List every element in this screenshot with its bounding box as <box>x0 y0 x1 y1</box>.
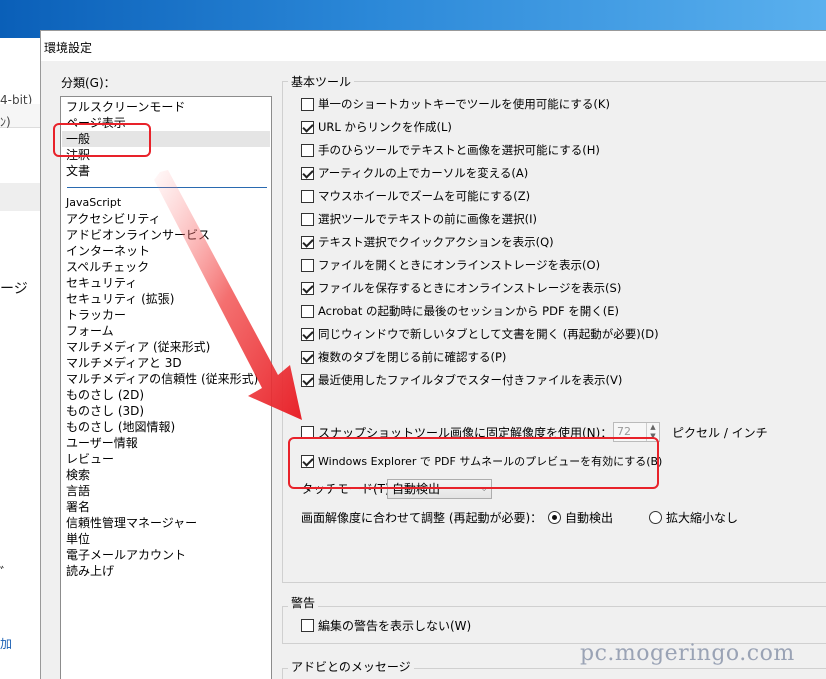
basic-tool-option[interactable]: 複数のタブを閉じる前に確認する(P) <box>301 348 506 366</box>
radio-auto-label: 自動検出 <box>565 510 614 525</box>
category-item[interactable]: 単位 <box>66 531 90 547</box>
dialog-title: 環境設定 <box>44 41 93 55</box>
basic-tool-option[interactable]: ファイルを開くときにオンラインストレージを表示(O) <box>301 256 600 274</box>
category-item[interactable]: JavaScript <box>66 195 121 211</box>
radio-auto-button[interactable] <box>548 510 561 524</box>
category-item[interactable]: 信頼性管理マネージャー <box>66 515 197 531</box>
basic-tool-option[interactable]: アーティクルの上でカーソルを変える(A) <box>301 164 528 182</box>
option-label: 単一のショートカットキーでツールを使用可能にする(K) <box>318 97 610 111</box>
no-edit-warning-option[interactable]: 編集の警告を表示しない(W) <box>301 616 471 634</box>
resolution-label: 画面解像度に合わせて調整 (再起動が必要)： <box>301 510 543 525</box>
basic-tool-option[interactable]: マウスホイールでズームを可能にする(Z) <box>301 187 530 205</box>
radio-auto-detect[interactable]: 自動検出 <box>548 508 613 526</box>
checkbox[interactable] <box>301 143 314 157</box>
category-item[interactable]: セキュリティ <box>66 275 137 291</box>
background-text-fragment: ージ <box>0 281 28 297</box>
basic-tool-option[interactable]: テキスト選択でクイックアクションを表示(Q) <box>301 233 554 251</box>
option-label: ファイルを開くときにオンラインストレージを表示(O) <box>318 258 601 272</box>
option-label: 手のひらツールでテキストと画像を選択可能にする(H) <box>318 143 600 157</box>
option-label: Acrobat の起動時に最後のセッションから PDF を開く(E) <box>318 304 619 318</box>
basic-tool-option[interactable]: ファイルを保存するときにオンラインストレージを表示(S) <box>301 279 621 297</box>
category-item[interactable]: 署名 <box>66 499 90 515</box>
highlight-box-category <box>53 123 151 157</box>
background-menu-fragment: ﾝ) <box>0 115 11 129</box>
dialog-titlebar: 環境設定 <box>41 31 826 61</box>
option-label: マウスホイールでズームを可能にする(Z) <box>318 189 531 203</box>
option-label: 最近使用したファイルタブでスター付きファイルを表示(V) <box>318 373 623 387</box>
option-label: 選択ツールでテキストの前に画像を選択(I) <box>318 212 538 226</box>
option-label: 複数のタブを閉じる前に確認する(P) <box>318 350 507 364</box>
category-item[interactable]: 読み上げ <box>66 563 114 579</box>
option-label: テキスト選択でクイックアクションを表示(Q) <box>318 235 554 249</box>
background-link-fragment: 加 <box>0 637 13 651</box>
radio-none-button[interactable] <box>649 510 662 524</box>
radio-none-label: 拡大縮小なし <box>666 510 739 525</box>
category-item[interactable]: 検索 <box>66 467 90 483</box>
basic-tool-option[interactable]: 選択ツールでテキストの前に画像を選択(I) <box>301 210 537 228</box>
category-item[interactable]: ユーザー情報 <box>66 435 138 451</box>
no-edit-warning-checkbox[interactable] <box>301 618 314 632</box>
background-text-fragment: ﾞ <box>0 566 7 582</box>
option-label: ファイルを保存するときにオンラインストレージを表示(S) <box>318 281 622 295</box>
category-item[interactable]: 文書 <box>66 163 90 179</box>
snapshot-unit: ピクセル / インチ <box>672 425 768 440</box>
category-item[interactable]: 電子メールアカウント <box>66 547 186 563</box>
checkbox[interactable] <box>301 97 314 111</box>
watermark-text: pc.mogeringo.com <box>580 641 795 666</box>
adobe-messages-title: アドビとのメッセージ <box>288 658 414 675</box>
annotation-arrow-icon <box>154 170 302 420</box>
option-label: 同じウィンドウで新しいタブとして文書を開く (再起動が必要)(D) <box>318 327 659 341</box>
no-edit-warning-label: 編集の警告を表示しない(W) <box>318 618 472 633</box>
category-item[interactable]: インターネット <box>66 243 150 259</box>
category-item[interactable]: ものさし (2D) <box>66 387 144 403</box>
option-label: アーティクルの上でカーソルを変える(A) <box>318 166 529 180</box>
basic-tools-title: 基本ツール <box>288 73 355 90</box>
highlight-box-option <box>288 437 659 489</box>
checkbox[interactable] <box>301 120 314 134</box>
background-app-window: 4-bit) ﾝ) ージ ﾞ 加 <box>0 38 42 679</box>
background-panel-strip <box>0 183 42 211</box>
basic-tool-option[interactable]: Acrobat の起動時に最後のセッションから PDF を開く(E) <box>301 302 619 320</box>
basic-tool-option[interactable]: 単一のショートカットキーでツールを使用可能にする(K) <box>301 95 610 113</box>
basic-tool-option[interactable]: URL からリンクを作成(L) <box>301 118 452 136</box>
basic-tool-option[interactable]: 手のひらツールでテキストと画像を選択可能にする(H) <box>301 141 600 159</box>
category-item[interactable]: 言語 <box>66 483 90 499</box>
category-item[interactable]: アクセシビリティ <box>66 211 161 227</box>
category-label: 分類(G)： <box>61 76 116 90</box>
category-item[interactable]: スペルチェック <box>66 259 149 275</box>
category-item[interactable]: フルスクリーンモード <box>66 99 185 115</box>
warnings-title: 警告 <box>288 594 319 611</box>
category-item[interactable]: レビュー <box>66 451 114 467</box>
category-item[interactable]: フォーム <box>66 323 114 339</box>
basic-tool-option[interactable]: 最近使用したファイルタブでスター付きファイルを表示(V) <box>301 371 622 389</box>
category-item[interactable]: トラッカー <box>66 307 126 323</box>
radio-no-scaling[interactable]: 拡大縮小なし <box>649 508 738 526</box>
basic-tool-option[interactable]: 同じウィンドウで新しいタブとして文書を開く (再起動が必要)(D) <box>301 325 659 343</box>
category-item[interactable]: ものさし (3D) <box>66 403 144 419</box>
option-label: URL からリンクを作成(L) <box>318 120 452 134</box>
